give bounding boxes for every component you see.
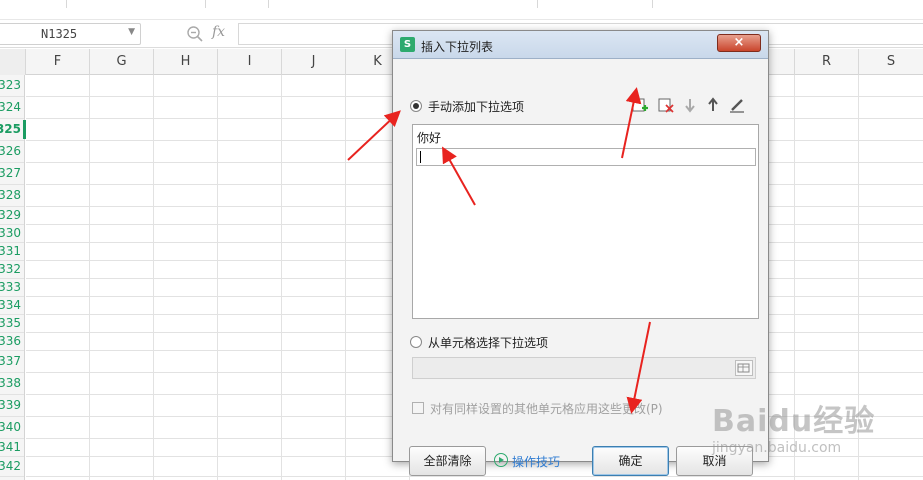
row-label[interactable]: 326 — [0, 144, 21, 158]
move-down-icon[interactable] — [681, 96, 699, 114]
row-label[interactable]: 335 — [0, 316, 21, 330]
cell-range-input — [412, 357, 756, 379]
dialog-title-bar[interactable]: S 插入下拉列表 × — [393, 31, 768, 59]
zoom-icon[interactable] — [186, 25, 204, 43]
row-label[interactable]: 336 — [0, 334, 21, 348]
range-select-button — [735, 360, 753, 376]
move-up-icon[interactable] — [704, 96, 722, 114]
apply-to-same-cells-checkbox — [412, 402, 424, 414]
row-label[interactable]: 324 — [0, 100, 21, 114]
name-box[interactable]: N1325 ▼ — [0, 23, 141, 45]
row-label[interactable]: 339 — [0, 398, 21, 412]
baidu-watermark: Baidu经验 jingyan.baidu.com — [712, 394, 922, 480]
dropdown-items-list[interactable]: 你好 — [412, 124, 759, 319]
column-header-i[interactable]: I — [218, 49, 282, 75]
select-all-corner[interactable] — [0, 49, 26, 75]
column-header-j[interactable]: J — [282, 49, 346, 75]
add-item-icon[interactable] — [631, 96, 649, 114]
manual-option-label[interactable]: 手动添加下拉选项 — [428, 98, 524, 115]
chevron-down-icon[interactable]: ▼ — [128, 27, 135, 37]
edit-icon[interactable] — [728, 96, 746, 114]
row-label[interactable]: 331 — [0, 244, 21, 258]
watermark-url: jingyan.baidu.com — [712, 440, 842, 456]
name-box-value: N1325 — [41, 27, 78, 41]
from-cells-option-radio[interactable] — [410, 336, 422, 348]
new-item-input[interactable] — [416, 148, 756, 166]
column-header-f[interactable]: F — [26, 49, 90, 75]
delete-item-icon[interactable] — [657, 96, 675, 114]
ok-button[interactable]: 确定 — [592, 446, 669, 476]
dialog-title: 插入下拉列表 — [421, 40, 494, 54]
row-label-active[interactable]: 325 — [0, 122, 21, 136]
range-select-icon — [737, 363, 750, 373]
row-label[interactable]: 341 — [0, 440, 21, 454]
row-label[interactable]: 332 — [0, 262, 21, 276]
strip-divider — [537, 0, 538, 8]
clear-all-button[interactable]: 全部清除 — [409, 446, 486, 476]
list-item[interactable]: 你好 — [417, 129, 441, 146]
row-header: 323 324 325 326 327 328 329 330 331 332 … — [0, 75, 25, 480]
fx-icon[interactable]: fx — [212, 24, 225, 40]
apply-to-same-cells-label: 对有同样设置的其他单元格应用这些更改(P) — [430, 402, 663, 416]
row-label[interactable]: 329 — [0, 208, 21, 222]
column-header-r[interactable]: R — [795, 49, 859, 75]
top-strip — [0, 0, 923, 20]
row-label[interactable]: 328 — [0, 188, 21, 202]
column-header-s[interactable]: S — [859, 49, 923, 75]
row-label[interactable]: 330 — [0, 226, 21, 240]
row-label[interactable]: 334 — [0, 298, 21, 312]
dialog-body: 手动添加下拉选项 你好 从单元格选择下拉选项 对有同样设置的其他单元格应用这些更… — [398, 60, 763, 476]
text-caret — [420, 151, 421, 163]
manual-option-radio[interactable] — [410, 100, 422, 112]
from-cells-option-label[interactable]: 从单元格选择下拉选项 — [428, 334, 548, 351]
strip-divider — [205, 0, 206, 8]
row-label[interactable]: 327 — [0, 166, 21, 180]
column-header-h[interactable]: H — [154, 49, 218, 75]
row-label[interactable]: 333 — [0, 280, 21, 294]
row-label[interactable]: 338 — [0, 376, 21, 390]
play-circle-icon[interactable] — [494, 453, 508, 467]
row-label[interactable]: 337 — [0, 354, 21, 368]
row-label[interactable]: 342 — [0, 459, 21, 473]
strip-divider — [66, 0, 67, 8]
strip-divider — [268, 0, 269, 8]
strip-divider — [652, 0, 653, 8]
row-label[interactable]: 340 — [0, 420, 21, 434]
row-label[interactable]: 323 — [0, 78, 21, 92]
column-header-g[interactable]: G — [90, 49, 154, 75]
close-button[interactable]: × — [717, 34, 761, 52]
tips-link[interactable]: 操作技巧 — [512, 453, 560, 470]
wps-app-icon: S — [400, 37, 415, 52]
watermark-brand: Baidu经验 — [712, 404, 876, 439]
